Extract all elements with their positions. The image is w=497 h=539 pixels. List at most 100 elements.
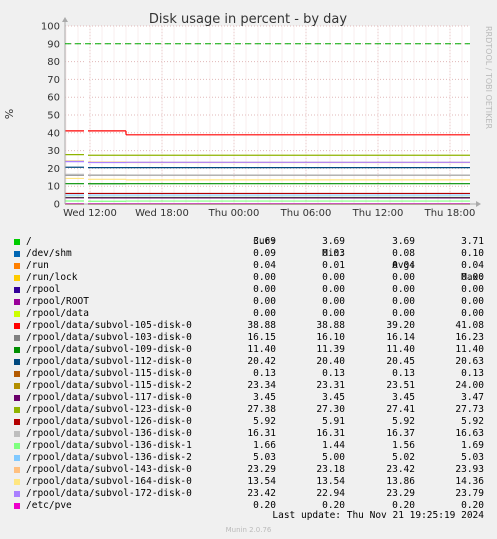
value-min: 0.13 [322,368,345,379]
series-swatch [14,431,20,437]
series-swatch [14,239,20,245]
series-swatch [14,311,20,317]
value-min: 0.03 [322,248,345,259]
value-avg: 0.04 [392,260,415,271]
value-min: 3.69 [322,236,345,247]
x-tick-label: Thu 00:00 [208,208,260,219]
value-max: 0.00 [461,272,484,283]
series-swatch [14,479,20,485]
value-max: 27.73 [455,404,484,415]
x-tick-label: Wed 12:00 [63,208,117,219]
legend-row: /rpool/data/subvol-126-disk-0 5.92 5.91 5.9… [0,416,497,428]
value-min: 1.44 [322,440,345,451]
value-avg: 3.69 [392,236,415,247]
value-max: 5.03 [461,452,484,463]
series-name: /rpool/data/subvol-109-disk-0 [26,344,192,355]
series-swatch [14,263,20,269]
value-cur: 16.15 [247,332,276,343]
value-cur: 0.00 [253,284,276,295]
value-max: 16.23 [455,332,484,343]
value-avg: 0.00 [392,284,415,295]
value-min: 5.91 [322,416,345,427]
value-max: 24.00 [455,380,484,391]
legend-header: Cur: Min: Avg: Max: [0,224,497,283]
y-axis-label: % [3,109,16,119]
value-min: 13.54 [316,476,345,487]
value-min: 16.10 [316,332,345,343]
value-avg: 23.51 [386,380,415,391]
value-max: 0.00 [461,308,484,319]
value-min: 0.00 [322,308,345,319]
value-max: 16.63 [455,428,484,439]
value-avg: 11.40 [386,344,415,355]
series-swatch [14,503,20,509]
series-swatch [14,383,20,389]
series-name: /dev/shm [26,248,72,259]
legend-row: /rpool/data/subvol-109-disk-0 11.40 11.39 1… [0,344,497,356]
value-avg: 39.20 [386,320,415,331]
y-tick-label: 90 [47,39,60,50]
series-name: /rpool/data [26,308,89,319]
value-cur: 11.40 [247,344,276,355]
series-swatch [14,347,20,353]
series-name: /rpool/data/subvol-103-disk-0 [26,332,192,343]
y-axis-arrow [62,17,68,22]
value-cur: 0.04 [253,260,276,271]
y-tick-label: 20 [47,164,60,175]
value-min: 23.18 [316,464,345,475]
value-max: 0.10 [461,248,484,259]
value-min: 3.45 [322,392,345,403]
value-max: 11.40 [455,344,484,355]
value-avg: 0.13 [392,368,415,379]
series-name: /rpool/data/subvol-172-disk-0 [26,488,192,499]
series-name: /rpool/data/subvol-117-disk-0 [26,392,192,403]
value-min: 23.31 [316,380,345,391]
series-name: /rpool/data/subvol-115-disk-0 [26,368,192,379]
value-cur: 23.34 [247,380,276,391]
value-avg: 16.37 [386,428,415,439]
value-max: 5.92 [461,416,484,427]
series-swatch [14,467,20,473]
value-avg: 16.14 [386,332,415,343]
value-cur: 1.66 [253,440,276,451]
legend-row: /rpool/data/subvol-117-disk-0 3.45 3.45 3.4… [0,392,497,404]
value-avg: 5.02 [392,452,415,463]
x-tick-label: Thu 18:00 [424,208,476,219]
value-avg: 0.08 [392,248,415,259]
value-avg: 1.56 [392,440,415,451]
value-avg: 23.29 [386,488,415,499]
value-cur: 20.42 [247,356,276,367]
value-avg: 13.86 [386,476,415,487]
value-cur: 23.42 [247,488,276,499]
value-max: 0.00 [461,284,484,295]
value-cur: 0.00 [253,272,276,283]
value-min: 0.01 [322,260,345,271]
value-max: 41.08 [455,320,484,331]
series-name: /etc/pve [26,500,72,511]
value-max: 1.69 [461,440,484,451]
series-name: /rpool/data/subvol-105-disk-0 [26,320,192,331]
x-axis-arrow [476,201,481,207]
value-max: 20.63 [455,356,484,367]
value-avg: 20.45 [386,356,415,367]
legend-row: /run 0.04 0.01 0.04 0.04 [0,260,497,272]
value-max: 0.04 [461,260,484,271]
value-avg: 0.00 [392,308,415,319]
series-swatch [14,455,20,461]
value-min: 22.94 [316,488,345,499]
series-swatch [14,491,20,497]
legend-row: /rpool/data/subvol-136-disk-2 5.03 5.00 5.0… [0,452,497,464]
value-cur: 5.92 [253,416,276,427]
series-swatch [14,287,20,293]
value-max: 3.47 [461,392,484,403]
value-max: 14.36 [455,476,484,487]
y-tick-label: 100 [41,22,60,33]
series-name: /rpool/data/subvol-136-disk-2 [26,452,192,463]
value-min: 11.39 [316,344,345,355]
legend-row: /rpool/data/subvol-136-disk-1 1.66 1.44 1.5… [0,440,497,452]
value-min: 16.31 [316,428,345,439]
series-swatch [14,275,20,281]
value-max: 0.13 [461,368,484,379]
value-max: 23.93 [455,464,484,475]
value-cur: 13.54 [247,476,276,487]
